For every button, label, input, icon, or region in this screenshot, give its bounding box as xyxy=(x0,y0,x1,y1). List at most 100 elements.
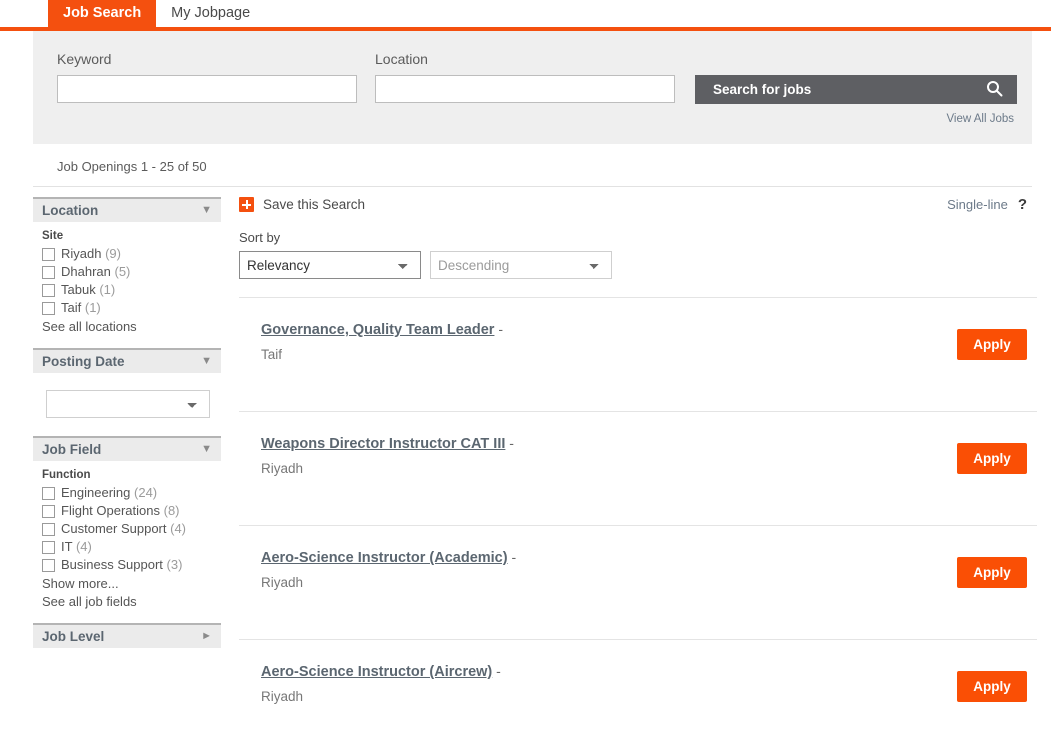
search-button-label: Search for jobs xyxy=(713,82,812,97)
checkbox-tabuk[interactable] xyxy=(42,283,55,297)
checkbox-customer-support[interactable] xyxy=(42,522,55,536)
checkbox-it[interactable] xyxy=(42,540,55,554)
apply-button[interactable]: Apply xyxy=(957,443,1027,474)
job-title-link[interactable]: Weapons Director Instructor CAT III xyxy=(261,436,505,452)
job-title-link[interactable]: Aero-Science Instructor (Aircrew) xyxy=(261,664,492,680)
search-panel: Keyword Location Search for jobs View Al… xyxy=(33,31,1032,144)
sort-row: Relevancy Descending xyxy=(239,251,1037,279)
checkbox-dhahran[interactable] xyxy=(42,265,55,279)
sort-criterion-select[interactable]: Relevancy xyxy=(239,251,421,279)
save-this-search-button[interactable]: Save this Search xyxy=(239,197,365,212)
apply-button[interactable]: Apply xyxy=(957,329,1027,360)
job-title-line: Weapons Director Instructor CAT III - xyxy=(261,433,514,454)
facet-posting-date-title: Posting Date xyxy=(42,354,125,369)
job-title-dash: - xyxy=(496,663,501,679)
results-toolbar: Save this Search Single-line ? xyxy=(239,197,1037,212)
location-label: Location xyxy=(375,51,428,67)
show-more-link[interactable]: Show more... xyxy=(42,576,217,591)
job-info: Weapons Director Instructor CAT III - Ri… xyxy=(261,431,514,476)
job-title-line: Aero-Science Instructor (Academic) - xyxy=(261,547,516,568)
facet-job-field-body: Function Engineering (24) Flight Operati… xyxy=(33,461,221,609)
job-title-line: Aero-Science Instructor (Aircrew) - xyxy=(261,661,501,682)
facet-job-field-title: Job Field xyxy=(42,442,102,457)
facet-job-field: Job Field ▼ Function Engineering (24) Fl… xyxy=(33,436,221,609)
tab-list: Job Search My Jobpage xyxy=(48,0,1051,27)
tab-job-search[interactable]: Job Search xyxy=(48,0,157,27)
facet-item-tabuk-label: Tabuk (1) xyxy=(61,282,116,297)
view-all-jobs-link[interactable]: View All Jobs xyxy=(946,113,1014,125)
facet-item-engineering-label: Engineering (24) xyxy=(61,485,158,500)
search-fields-row: Keyword Location Search for jobs xyxy=(57,51,1017,104)
search-icon xyxy=(986,80,1003,100)
table-row: Aero-Science Instructor (Academic) - Riy… xyxy=(239,525,1037,639)
save-this-search-label: Save this Search xyxy=(263,197,366,212)
search-for-jobs-button[interactable]: Search for jobs xyxy=(695,75,1017,104)
see-all-job-fields-link[interactable]: See all job fields xyxy=(42,594,217,609)
facet-item-business-support[interactable]: Business Support (3) xyxy=(42,557,217,573)
keyword-input[interactable] xyxy=(57,75,357,103)
tab-my-jobpage-label: My Jobpage xyxy=(171,5,251,21)
results-summary-bar: Job Openings 1 - 25 of 50 xyxy=(33,144,1032,187)
sort-direction-select[interactable]: Descending xyxy=(430,251,612,279)
job-info: Governance, Quality Team Leader - Taif xyxy=(261,317,503,362)
tab-my-jobpage[interactable]: My Jobpage xyxy=(156,0,266,27)
job-title-line: Governance, Quality Team Leader - xyxy=(261,319,503,340)
job-title-dash: - xyxy=(509,435,514,451)
facet-job-field-group-label: Function xyxy=(42,469,91,481)
location-input[interactable] xyxy=(375,75,675,103)
sort-by-label: Sort by xyxy=(239,230,281,245)
facet-item-dhahran-label: Dhahran (5) xyxy=(61,264,131,279)
facet-item-customer-support[interactable]: Customer Support (4) xyxy=(42,521,217,537)
apply-button[interactable]: Apply xyxy=(957,671,1027,702)
facet-location-title: Location xyxy=(42,203,99,218)
job-location: Riyadh xyxy=(261,461,304,476)
checkbox-taif[interactable] xyxy=(42,301,55,315)
view-mode-toggle: Single-line ? xyxy=(947,197,1037,212)
facet-posting-date-header[interactable]: Posting Date ▼ xyxy=(33,348,221,373)
table-row: Governance, Quality Team Leader - Taif A… xyxy=(239,297,1037,411)
checkbox-engineering[interactable] xyxy=(42,486,55,500)
facet-item-riyadh[interactable]: Riyadh (9) xyxy=(42,246,217,262)
facet-item-tabuk[interactable]: Tabuk (1) xyxy=(42,282,217,298)
location-field-block: Location xyxy=(375,51,675,103)
apply-button[interactable]: Apply xyxy=(957,557,1027,588)
keyword-label: Keyword xyxy=(57,51,112,67)
facet-item-dhahran[interactable]: Dhahran (5) xyxy=(42,264,217,280)
tab-bar: Job Search My Jobpage xyxy=(0,0,1051,27)
facet-item-riyadh-label: Riyadh (9) xyxy=(61,246,121,261)
job-title-dash: - xyxy=(498,321,503,337)
filter-sidebar: Location ▼ Site Riyadh (9) Dhahran (5) T… xyxy=(33,197,221,753)
facet-job-field-header[interactable]: Job Field ▼ xyxy=(33,436,221,461)
facet-location-group-label: Site xyxy=(42,230,64,242)
facet-item-taif[interactable]: Taif (1) xyxy=(42,300,217,316)
job-location: Riyadh xyxy=(261,689,304,704)
job-title-dash: - xyxy=(511,549,517,565)
single-line-view-link[interactable]: Single-line xyxy=(947,197,1008,212)
facet-job-level-header[interactable]: Job Level ► xyxy=(33,623,221,648)
posting-date-select[interactable] xyxy=(46,390,210,418)
facet-item-it[interactable]: IT (4) xyxy=(42,539,217,555)
facet-job-level: Job Level ► xyxy=(33,623,221,648)
facet-item-flight-operations[interactable]: Flight Operations (8) xyxy=(42,503,217,519)
facet-location-header[interactable]: Location ▼ xyxy=(33,197,221,222)
see-all-locations-link[interactable]: See all locations xyxy=(42,319,217,334)
plus-icon xyxy=(239,197,254,212)
facet-item-engineering[interactable]: Engineering (24) xyxy=(42,485,217,501)
help-icon[interactable]: ? xyxy=(1018,197,1027,212)
job-title-link[interactable]: Governance, Quality Team Leader xyxy=(261,322,494,338)
search-button-wrap: Search for jobs xyxy=(695,51,1017,104)
job-location: Taif xyxy=(261,347,283,362)
checkbox-flight-operations[interactable] xyxy=(42,504,55,518)
job-title-link[interactable]: Aero-Science Instructor (Academic) xyxy=(261,550,508,566)
chevron-right-icon: ► xyxy=(201,630,212,642)
sort-controls: Sort by Relevancy Descending xyxy=(239,230,1037,279)
tab-job-search-label: Job Search xyxy=(63,5,142,21)
chevron-down-icon: ▼ xyxy=(201,443,212,455)
job-info: Aero-Science Instructor (Academic) - Riy… xyxy=(261,545,516,590)
keyword-field-block: Keyword xyxy=(57,51,357,103)
facet-item-business-support-label: Business Support (3) xyxy=(61,557,183,572)
job-list: Governance, Quality Team Leader - Taif A… xyxy=(239,297,1037,753)
facet-item-taif-label: Taif (1) xyxy=(61,300,101,315)
checkbox-business-support[interactable] xyxy=(42,558,55,572)
checkbox-riyadh[interactable] xyxy=(42,247,55,261)
